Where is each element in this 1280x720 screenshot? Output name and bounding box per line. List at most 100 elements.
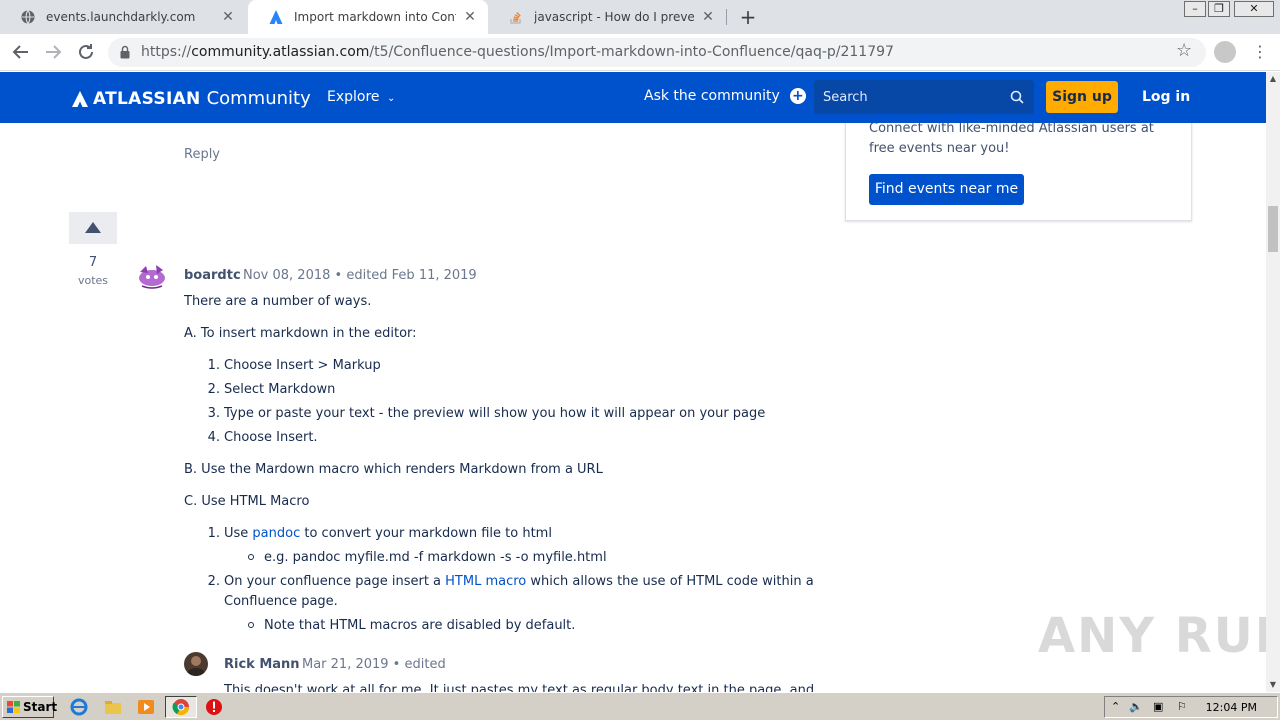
list-item-text: Use [224,526,253,541]
tab-import-markdown[interactable]: Import markdown into Confluence ✕ [248,0,488,34]
flag-icon[interactable]: ⚐ [1177,700,1187,713]
log-in-link[interactable]: Log in [1142,89,1190,105]
chrome-icon [172,699,190,716]
globe-icon [20,9,36,25]
comment-author[interactable]: Rick Mann [224,657,300,672]
html-macro-link[interactable]: HTML macro [445,574,526,589]
bullet-icon [248,553,254,560]
vote-count: 7 [88,255,98,270]
upvote-button[interactable] [69,212,117,244]
find-events-button[interactable]: Find events near me [869,174,1024,205]
url-path: /t5/Confluence-questions/Import-markdown… [369,44,894,60]
avatar[interactable] [136,262,168,290]
restore-button[interactable]: ❐ [1208,1,1230,17]
atlassian-icon [268,9,284,25]
reload-button[interactable] [74,40,98,64]
url-text: https://community.atlassian.com/t5/Confl… [141,38,894,67]
folder-icon[interactable] [104,698,122,716]
boardtc-avatar-icon [139,265,165,289]
forward-button[interactable] [41,40,65,64]
clock: 12:04 PM [1205,701,1257,714]
list-item: 3. Type or paste your text - the preview … [207,406,766,421]
search-input[interactable]: Search [814,80,1034,114]
window-close-button[interactable]: ✕ [1234,1,1274,17]
list-item-text: e.g. pandoc myfile.md -f markdown -s -o … [264,550,607,565]
start-label: Start [23,700,58,714]
volume-icon[interactable]: 🔈 [1129,700,1143,713]
scroll-thumb[interactable] [1268,206,1278,252]
answer-intro: There are a number of ways. [184,294,372,309]
media-player-icon[interactable] [137,698,155,716]
rick-mann-avatar-icon [187,656,205,676]
plus-circle-icon: + [789,88,806,104]
system-tray: ⌃ 🔈 ▣ ⚐ 12:04 PM [1104,696,1278,718]
reply-link[interactable]: Reply [184,147,220,162]
close-icon[interactable]: ✕ [220,9,236,25]
atlassian-logo-icon [72,90,88,107]
tray-expand-icon[interactable]: ⌃ [1111,700,1120,713]
bullet-icon [248,621,254,628]
address-bar[interactable]: https://community.atlassian.com/t5/Confl… [108,38,1206,67]
page-scrollbar[interactable]: ▲ ▼ [1266,72,1280,692]
start-button[interactable]: Start [2,696,58,718]
bookmark-star-icon[interactable]: ☆ [1176,40,1192,61]
events-card: Connect with like-minded Atlassian users… [845,123,1192,221]
windows-flag-icon [7,701,20,713]
watermark: ANY RUN [1038,608,1266,664]
section-b-text: B. Use the Mardown macro which renders M… [184,462,603,477]
sign-up-button[interactable]: Sign up [1046,81,1118,113]
avatar[interactable] [184,652,208,676]
menu-kebab-icon[interactable]: ⋮ [1252,41,1268,63]
tab-launchdarkly[interactable]: events.launchdarkly.com ✕ [0,0,246,34]
list-item-text: On your confluence page insert a [224,574,446,589]
list-item-text: Note that HTML macros are disabled by de… [264,618,576,633]
logo-suffix: Community [206,88,311,109]
back-button[interactable] [9,40,33,64]
tab-stackoverflow[interactable]: javascript - How do I prevent Google ✕ [488,0,726,34]
comment-text: This doesn't work at all for me. It just… [224,683,815,692]
windows-taskbar: Start ⌃ 🔈 ▣ ⚐ 12:04 PM [0,692,1280,720]
arrow-left-icon [12,45,28,59]
answer-meta: Nov 08, 2018 • edited Feb 11, 2019 [243,268,477,283]
stop-icon[interactable] [205,698,223,716]
url-scheme: https:// [141,44,192,60]
arrow-right-icon [46,45,62,59]
list-item-text: Choose Insert > Markup [224,358,381,373]
taskbar-chrome-button[interactable] [165,696,197,718]
upvote-arrow-icon [85,222,101,233]
list-subitem: Note that HTML macros are disabled by de… [248,618,575,633]
list-item-text: Choose Insert. [224,430,318,445]
lock-icon [120,45,130,59]
comment-meta: Mar 21, 2019 • edited [302,657,446,672]
list-item: 1. Use pandoc to convert your markdown fi… [207,526,552,541]
list-item-text: to convert your markdown file to html [300,526,552,541]
scroll-up-icon[interactable]: ▲ [1266,72,1280,86]
list-subitem: e.g. pandoc myfile.md -f markdown -s -o … [248,550,607,565]
pandoc-link[interactable]: pandoc [252,526,300,541]
close-icon[interactable]: ✕ [462,9,478,25]
list-item-text: Type or paste your text - the preview wi… [224,406,766,421]
search-placeholder: Search [823,90,868,105]
browser-toolbar: https://community.atlassian.com/t5/Confl… [0,34,1280,71]
minimize-button[interactable]: – [1184,1,1206,17]
ask-community-button[interactable]: Ask the community + [644,88,806,104]
tab-title: events.launchdarkly.com [46,10,196,24]
scroll-down-icon[interactable]: ▼ [1266,678,1280,692]
list-item: 4. Choose Insert. [207,430,318,445]
internet-explorer-icon[interactable] [70,698,88,716]
chevron-down-icon: ⌄ [387,93,396,104]
explore-menu[interactable]: Explore ⌄ [327,89,395,105]
tab-title: javascript - How do I prevent Google [534,10,694,24]
site-header: ATLASSIAN Community Explore ⌄ Ask the co… [0,72,1266,123]
list-item-text: which allows the use of HTML code within… [526,574,814,589]
profile-avatar-icon[interactable] [1214,41,1236,63]
tab-title: Import markdown into Confluence [294,10,456,24]
atlassian-community-logo[interactable]: ATLASSIAN Community [71,88,311,109]
tab-separator [726,9,727,25]
search-icon[interactable] [1010,90,1024,104]
new-tab-button[interactable]: + [736,4,760,30]
answer-author[interactable]: boardtc [184,268,241,283]
browser-tab-strip: events.launchdarkly.com ✕ Import markdow… [0,0,1280,34]
close-icon[interactable]: ✕ [700,9,716,25]
network-icon[interactable]: ▣ [1153,700,1163,713]
